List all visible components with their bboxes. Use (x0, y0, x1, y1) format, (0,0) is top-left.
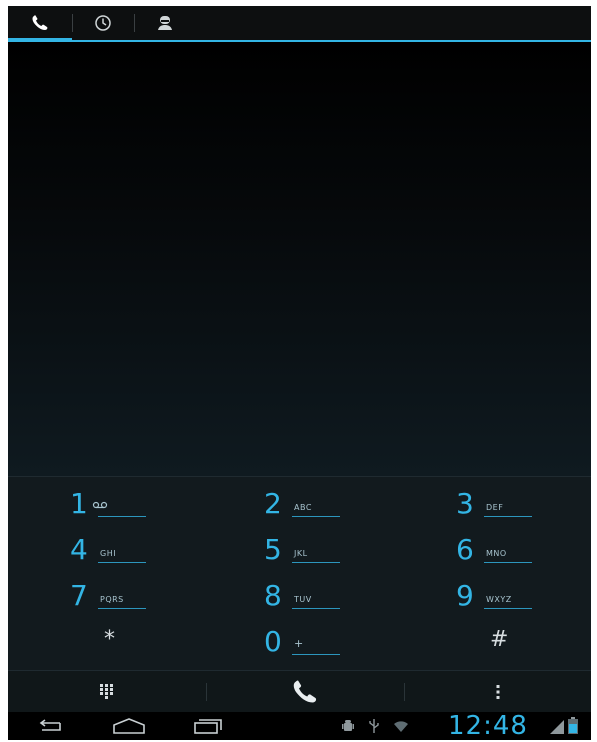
key-underline (292, 608, 340, 609)
key-letters: + (294, 637, 304, 650)
key-underline (484, 608, 532, 609)
tab-bar (8, 6, 591, 42)
key-digit: 7 (70, 579, 88, 612)
usb-icon (368, 718, 380, 739)
dialer-action-bar (8, 670, 591, 713)
key-6[interactable]: 6 MNO (396, 529, 590, 573)
signal-icon (550, 720, 564, 739)
digits-display[interactable] (8, 42, 591, 476)
battery-icon (568, 717, 578, 739)
key-letters: MNO (486, 549, 507, 558)
key-8[interactable]: 8 TUV (202, 575, 396, 619)
phone-icon (32, 15, 48, 30)
key-underline (484, 516, 532, 517)
overflow-menu-button[interactable] (404, 671, 591, 713)
back-icon (39, 719, 61, 731)
key-digit: 4 (70, 533, 88, 566)
key-underline (292, 654, 340, 655)
key-underline (98, 562, 146, 563)
wifi-icon (393, 720, 409, 738)
key-star[interactable]: * (8, 621, 202, 665)
dialpad: 1 2 ABC 3 DEF 4 GHI 5 JKL 6 MNO 7 PQRS 8… (8, 476, 591, 671)
tab-call-log[interactable] (72, 6, 134, 40)
key-2[interactable]: 2 ABC (202, 483, 396, 527)
key-letters: PQRS (100, 595, 124, 604)
key-letters: TUV (294, 595, 312, 604)
home-button[interactable] (106, 714, 152, 738)
key-symbol: # (490, 627, 509, 652)
key-symbol: * (104, 627, 115, 652)
key-letters: ABC (294, 503, 312, 512)
recent-apps-icon (194, 719, 222, 734)
key-digit: 8 (264, 579, 282, 612)
key-3[interactable]: 3 DEF (396, 483, 590, 527)
back-button[interactable] (30, 714, 70, 738)
status-clock: 12:48 (448, 711, 528, 740)
key-digit: 9 (456, 579, 474, 612)
key-0[interactable]: 0 + (202, 621, 396, 665)
key-9[interactable]: 9 WXYZ (396, 575, 590, 619)
key-digit: 5 (264, 533, 282, 566)
clock-icon (95, 15, 111, 31)
dialpad-toggle-button[interactable] (8, 671, 206, 713)
voicemail-icon (92, 501, 108, 511)
key-letters: DEF (486, 503, 504, 512)
key-underline (292, 516, 340, 517)
key-letters: GHI (100, 549, 117, 558)
key-5[interactable]: 5 JKL (202, 529, 396, 573)
key-digit: 3 (456, 487, 474, 520)
home-icon (113, 718, 145, 734)
call-button[interactable] (206, 671, 404, 713)
person-icon (158, 16, 172, 30)
system-bar: 12:48 (8, 712, 591, 740)
key-4[interactable]: 4 GHI (8, 529, 202, 573)
key-underline (484, 562, 532, 563)
recent-apps-button[interactable] (188, 714, 228, 738)
phone-screen: 1 2 ABC 3 DEF 4 GHI 5 JKL 6 MNO 7 PQRS 8… (8, 6, 591, 740)
tab-contacts[interactable] (134, 6, 196, 40)
overflow-menu-icon (496, 685, 499, 699)
dialpad-icon (100, 684, 113, 699)
phone-call-icon (293, 680, 317, 703)
key-digit: 0 (264, 625, 282, 658)
key-underline (98, 608, 146, 609)
key-1[interactable]: 1 (8, 483, 202, 527)
key-7[interactable]: 7 PQRS (8, 575, 202, 619)
tab-phone[interactable] (8, 6, 72, 42)
key-underline (98, 516, 146, 517)
key-digit: 2 (264, 487, 282, 520)
android-debug-icon (342, 719, 354, 738)
key-underline (292, 562, 340, 563)
key-digit: 1 (70, 487, 88, 520)
key-hash[interactable]: # (396, 621, 590, 665)
key-letters: JKL (294, 549, 308, 558)
key-letters: WXYZ (486, 595, 512, 604)
key-digit: 6 (456, 533, 474, 566)
